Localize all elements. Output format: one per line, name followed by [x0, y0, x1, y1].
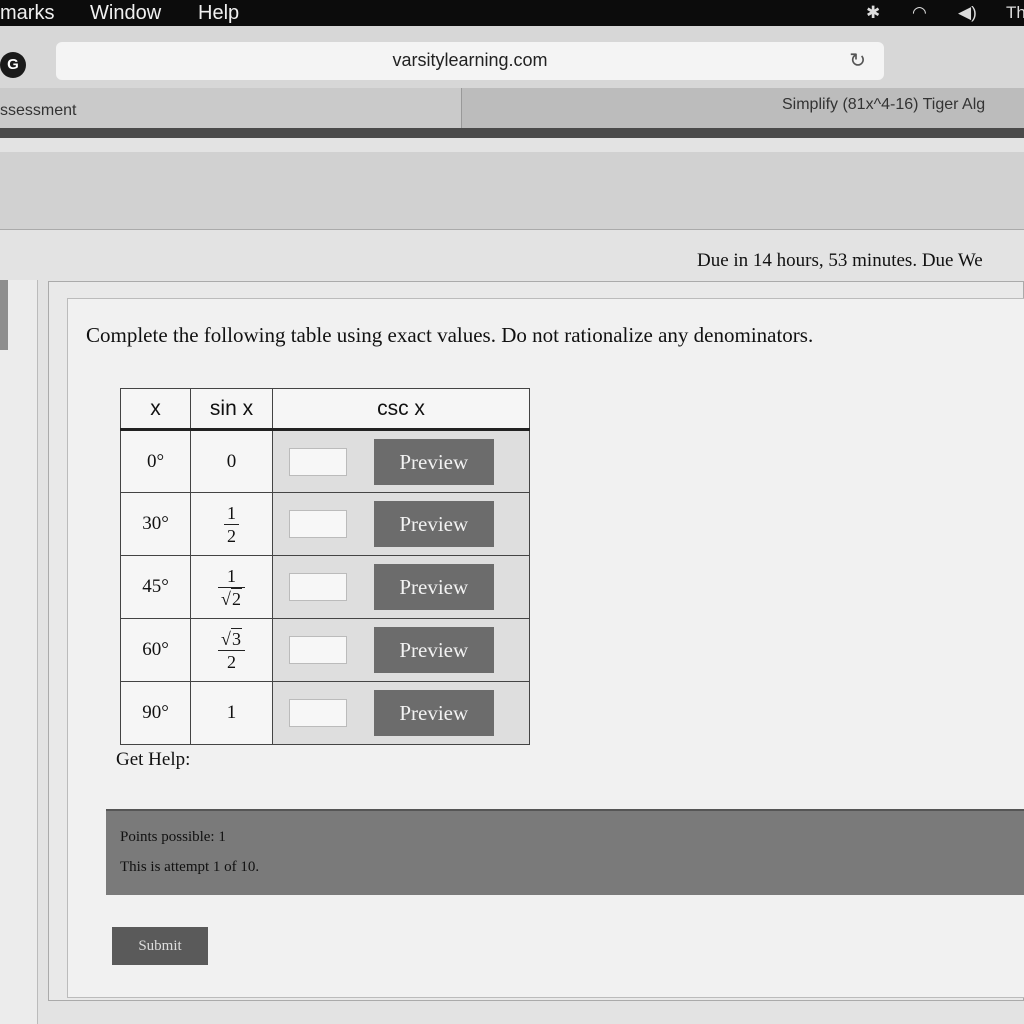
fraction-numerator: 1: [226, 565, 236, 586]
preview-button[interactable]: Preview: [373, 627, 494, 673]
table-row: 30° 1 2 Preview: [120, 492, 530, 556]
tab-bar: ssessment Simplify (81x^4-16) Tiger Alg: [0, 88, 1024, 128]
page-content: Due in 14 hours, 53 minutes. Due We Comp…: [0, 138, 1024, 1024]
tab-assessment[interactable]: ssessment: [0, 88, 462, 128]
menu-help[interactable]: Help: [198, 0, 239, 26]
address-url: varsitylearning.com: [392, 50, 548, 70]
sidebar-active-marker: [0, 280, 8, 350]
tab-divider: [0, 128, 1024, 138]
tab-assessment-label: ssessment: [0, 102, 77, 119]
cell-sin: √3 2: [190, 618, 273, 682]
bluetooth-icon[interactable]: ✱: [866, 0, 880, 26]
get-help-label: Get Help:: [116, 749, 191, 770]
sin-fraction: √3 2: [218, 627, 245, 673]
reload-icon[interactable]: ↻: [849, 48, 866, 73]
left-sidebar: [0, 280, 38, 1024]
fraction-denominator: 2: [218, 649, 245, 673]
sqrt-symbol: √: [221, 628, 231, 649]
page-banner: [0, 152, 1024, 230]
table-row: 90° 1 Preview: [120, 681, 530, 745]
menu-bookmarks[interactable]: marks: [0, 0, 54, 26]
cell-angle: 0°: [120, 429, 191, 493]
fraction-numerator: √3: [218, 627, 245, 650]
cell-angle: 90°: [120, 681, 191, 745]
menu-bar: marks Window Help ✱ ◠ ◀) Th: [0, 0, 1024, 26]
cell-sin: 1 √2: [190, 555, 273, 619]
cell-csc: Preview: [272, 555, 530, 619]
sqrt-expression: √3: [221, 627, 242, 650]
cell-csc: Preview: [272, 681, 530, 745]
table-row: 60° √3 2 Preview: [120, 618, 530, 682]
attempt-count: This is attempt 1 of 10.: [120, 859, 260, 875]
trig-table: x sin x csc x 0° 0 Preview 30° 1 2 Previ…: [120, 388, 530, 745]
site-favicon-icon[interactable]: G: [0, 52, 26, 78]
attempt-info-panel: Points possible: 1 This is attempt 1 of …: [106, 809, 1024, 895]
question-container: Complete the following table using exact…: [48, 281, 1024, 1001]
points-possible: Points possible: 1: [120, 829, 226, 845]
cell-angle: 30°: [120, 492, 191, 556]
sqrt-symbol: √: [221, 588, 231, 609]
csc-answer-input[interactable]: [289, 699, 347, 727]
table-row: 0° 0 Preview: [120, 429, 530, 493]
cell-sin: 1: [190, 681, 273, 745]
fraction-numerator: 1: [227, 502, 236, 523]
cell-sin: 0: [190, 429, 273, 493]
question-panel: Complete the following table using exact…: [67, 298, 1024, 998]
csc-answer-input[interactable]: [289, 447, 347, 476]
address-bar[interactable]: varsitylearning.com ↻: [56, 42, 884, 80]
menu-window[interactable]: Window: [90, 0, 161, 26]
sin-fraction: 1 2: [224, 502, 239, 547]
fraction-denominator: √2: [218, 586, 245, 610]
preview-button[interactable]: Preview: [373, 501, 494, 547]
cell-angle: 60°: [120, 618, 191, 682]
csc-answer-input[interactable]: [289, 573, 347, 601]
due-date: Due in 14 hours, 53 minutes. Due We: [697, 250, 983, 271]
browser-toolbar: G varsitylearning.com ↻: [0, 26, 1024, 88]
csc-answer-input[interactable]: [289, 636, 347, 664]
question-prompt: Complete the following table using exact…: [86, 323, 814, 347]
table-row: 45° 1 √2 Preview: [120, 555, 530, 619]
sqrt-radicand: 3: [230, 627, 242, 649]
cell-csc: Preview: [272, 492, 530, 556]
cell-sin: 1 2: [190, 492, 273, 556]
cell-angle: 45°: [120, 555, 191, 619]
preview-button[interactable]: Preview: [373, 564, 494, 610]
volume-icon[interactable]: ◀): [958, 0, 977, 26]
header-x: x: [120, 388, 191, 431]
csc-answer-input[interactable]: [289, 510, 347, 538]
tab-tiger-algebra-label: Simplify (81x^4-16) Tiger Alg: [782, 96, 986, 113]
fraction-denominator: 2: [224, 523, 239, 547]
header-sin: sin x: [190, 388, 273, 431]
submit-button[interactable]: Submit: [112, 927, 208, 965]
preview-button[interactable]: Preview: [373, 438, 494, 485]
cell-csc: Preview: [272, 618, 530, 682]
cell-csc: Preview: [272, 429, 530, 493]
header-csc: csc x: [272, 388, 530, 431]
sin-fraction: 1 √2: [218, 565, 245, 610]
sqrt-expression: √2: [221, 587, 242, 610]
sqrt-radicand: 2: [230, 587, 242, 609]
preview-button[interactable]: Preview: [373, 690, 494, 736]
wifi-icon[interactable]: ◠: [912, 0, 927, 26]
menu-clock[interactable]: Th: [1006, 0, 1024, 26]
